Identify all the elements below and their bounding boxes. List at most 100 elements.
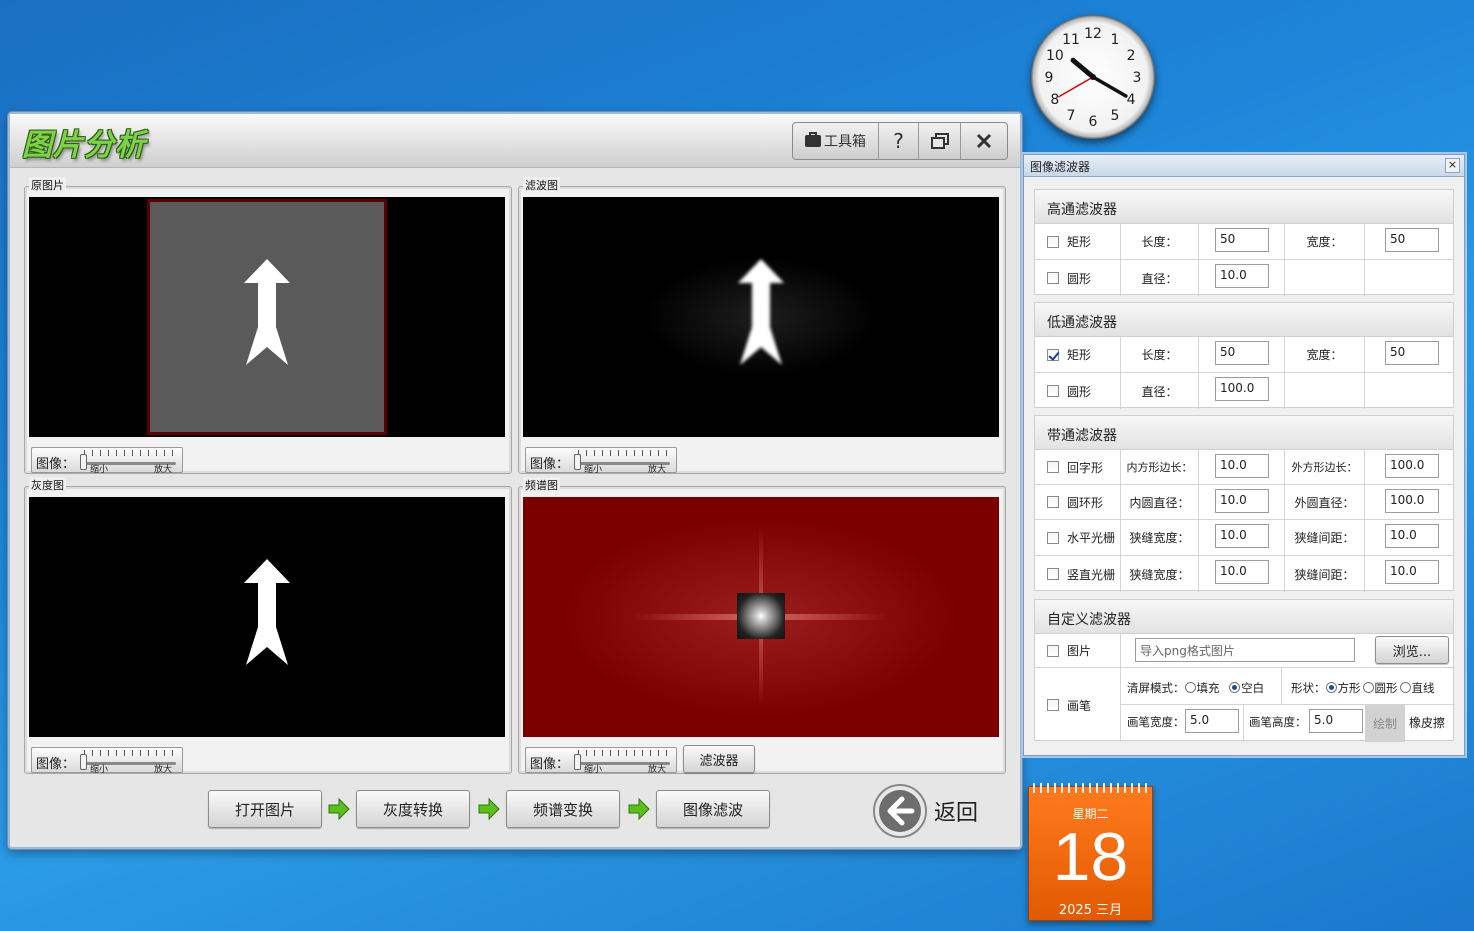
- low-pass-rect-checkbox[interactable]: [1047, 348, 1059, 361]
- filtered-image: [523, 197, 999, 437]
- outer-square-label: 外方形边长：: [1285, 450, 1365, 484]
- outer-square-input[interactable]: 100.0: [1385, 454, 1439, 478]
- gray-zoom-slider[interactable]: 图像： 缩小 放大: [31, 747, 183, 775]
- low-pass-diameter-input[interactable]: 100.0: [1215, 377, 1269, 401]
- open-image-button[interactable]: 打开图片: [208, 790, 322, 828]
- brush-width-input[interactable]: 5.0: [1185, 709, 1239, 733]
- round-label: 圆形: [1374, 681, 1398, 695]
- v-grating-checkbox[interactable]: [1047, 568, 1059, 580]
- spectrum-zoom-slider[interactable]: 图像： 缩小 放大: [525, 747, 677, 775]
- custom-image-checkbox[interactable]: [1047, 644, 1059, 657]
- restore-icon: [930, 133, 949, 149]
- diameter-label: 直径：: [1121, 260, 1199, 296]
- diameter-label: 直径：: [1121, 373, 1199, 409]
- low-pass-length-input[interactable]: 50: [1215, 341, 1269, 365]
- blank-label: 空白: [1241, 681, 1265, 695]
- filtered-label: 滤波图: [523, 177, 560, 193]
- gray-convert-button[interactable]: 灰度转换: [356, 790, 470, 828]
- custom-image-row: 图片 导入png格式图片 浏览...: [1035, 634, 1453, 668]
- zoom-label: 图像：: [530, 457, 570, 472]
- clock-numeral: 10: [1046, 48, 1064, 64]
- close-button[interactable]: [961, 123, 1007, 159]
- zoom-thumb[interactable]: [80, 754, 87, 770]
- title-bar[interactable]: 图片分析 工具箱 ?: [10, 114, 1020, 168]
- fill-label: 填充: [1196, 681, 1220, 695]
- back-arrow-icon: [873, 784, 927, 838]
- spectrum-label: 频谱图: [523, 477, 560, 493]
- brush-checkbox[interactable]: [1047, 699, 1059, 711]
- zoom-min-label: 缩小: [584, 765, 603, 775]
- zoom-thumb[interactable]: [80, 454, 87, 470]
- close-icon: [976, 133, 992, 149]
- inner-square-input[interactable]: 10.0: [1215, 454, 1269, 478]
- h-grating-checkbox[interactable]: [1047, 531, 1059, 544]
- image-filter-button[interactable]: 图像滤波: [656, 790, 770, 828]
- filter-window-close-button[interactable]: ×: [1445, 158, 1460, 173]
- spectrum-transform-button[interactable]: 频谱变换: [506, 790, 620, 828]
- v-slit-width-input[interactable]: 10.0: [1215, 560, 1269, 584]
- low-pass-width-input[interactable]: 50: [1385, 341, 1439, 365]
- h-slit-gap-input[interactable]: 10.0: [1385, 524, 1439, 548]
- eraser-button[interactable]: 橡皮擦: [1409, 714, 1445, 731]
- square-radio[interactable]: [1325, 682, 1337, 693]
- calendar-month-year: 2025 三月: [1058, 903, 1123, 918]
- outer-diameter-input[interactable]: 100.0: [1385, 489, 1439, 513]
- annulus-checkbox[interactable]: [1047, 496, 1059, 508]
- filtered-zoom-slider[interactable]: 图像： 缩小 放大: [525, 447, 677, 475]
- png-import-input[interactable]: 导入png格式图片: [1135, 638, 1355, 662]
- high-pass-title: 高通滤波器: [1035, 190, 1453, 224]
- brush-height-label: 画笔高度：: [1249, 715, 1307, 729]
- zoom-thumb[interactable]: [574, 454, 581, 470]
- v-slit-gap-input[interactable]: 10.0: [1385, 560, 1439, 584]
- draw-button[interactable]: 绘制: [1365, 705, 1405, 742]
- fill-radio[interactable]: [1184, 682, 1196, 693]
- clear-mode-label: 清屏模式：: [1127, 681, 1185, 695]
- high-pass-length-input[interactable]: 50: [1215, 228, 1269, 252]
- slit-width-label: 狭缝宽度：: [1121, 520, 1199, 555]
- band-pass-section: 带通滤波器 回字形 内方形边长： 外方形边长： 10.0 100.0 圆环形 内…: [1034, 415, 1454, 592]
- blank-radio[interactable]: [1229, 682, 1241, 693]
- h-grating-label: 水平光栅: [1067, 531, 1116, 545]
- clock-second-hand: [1057, 76, 1094, 98]
- toolbox-button[interactable]: 工具箱: [793, 123, 879, 159]
- h-slit-width-input[interactable]: 10.0: [1215, 524, 1269, 548]
- brush-height-input[interactable]: 5.0: [1309, 709, 1363, 733]
- line-label: 直线: [1411, 681, 1435, 695]
- zoom-max-label: 放大: [154, 465, 173, 475]
- high-pass-diameter-input[interactable]: 10.0: [1215, 264, 1269, 288]
- low-pass-circle-checkbox[interactable]: [1047, 385, 1059, 397]
- low-pass-title: 低通滤波器: [1035, 303, 1453, 337]
- gray-arrow-shape: [244, 559, 290, 665]
- spectrum-panel: 频谱图 图像： 缩小 放大 滤波器: [518, 477, 1006, 775]
- filter-open-button[interactable]: 滤波器: [683, 745, 755, 773]
- inner-diameter-input[interactable]: 10.0: [1215, 489, 1269, 513]
- round-radio[interactable]: [1362, 682, 1374, 693]
- browse-button[interactable]: 浏览...: [1375, 636, 1449, 664]
- annulus-label: 圆环形: [1067, 495, 1104, 510]
- zoom-min-label: 缩小: [90, 765, 109, 775]
- line-radio[interactable]: [1399, 682, 1411, 693]
- back-button[interactable]: 返回: [872, 782, 1012, 840]
- width-label: 宽度：: [1285, 224, 1365, 259]
- high-pass-width-input[interactable]: 50: [1385, 228, 1439, 252]
- low-pass-rect-row: 矩形 长度： 宽度： 50 50: [1035, 337, 1453, 373]
- rect-label: 矩形: [1067, 235, 1092, 249]
- restore-button[interactable]: [919, 123, 961, 159]
- filtered-panel: 滤波图 图像： 缩小 放大: [518, 177, 1006, 475]
- high-pass-rect-checkbox[interactable]: [1047, 235, 1059, 248]
- brush-width-label: 画笔宽度：: [1127, 715, 1185, 729]
- slit-gap-label: 狭缝间距：: [1285, 556, 1365, 592]
- filter-window-title: 图像滤波器: [1030, 160, 1091, 174]
- clock-numeral: 12: [1084, 26, 1102, 42]
- help-button[interactable]: ?: [879, 123, 919, 159]
- high-pass-circle-checkbox[interactable]: [1047, 272, 1059, 284]
- zoom-thumb[interactable]: [574, 754, 581, 770]
- square-ring-checkbox[interactable]: [1047, 461, 1059, 473]
- next-arrow-icon: [328, 798, 350, 820]
- high-pass-circle-row: 圆形 直径： 10.0: [1035, 260, 1453, 296]
- original-zoom-slider[interactable]: 图像： 缩小 放大: [31, 447, 183, 475]
- window-toolbar: 工具箱 ?: [792, 122, 1008, 160]
- square-ring-row: 回字形 内方形边长： 外方形边长： 10.0 100.0: [1035, 450, 1453, 485]
- filter-window-title-bar[interactable]: 图像滤波器 ×: [1024, 155, 1464, 177]
- custom-section: 自定义滤波器 图片 导入png格式图片 浏览... 画笔 清屏模式： 填充 空白 …: [1034, 599, 1455, 742]
